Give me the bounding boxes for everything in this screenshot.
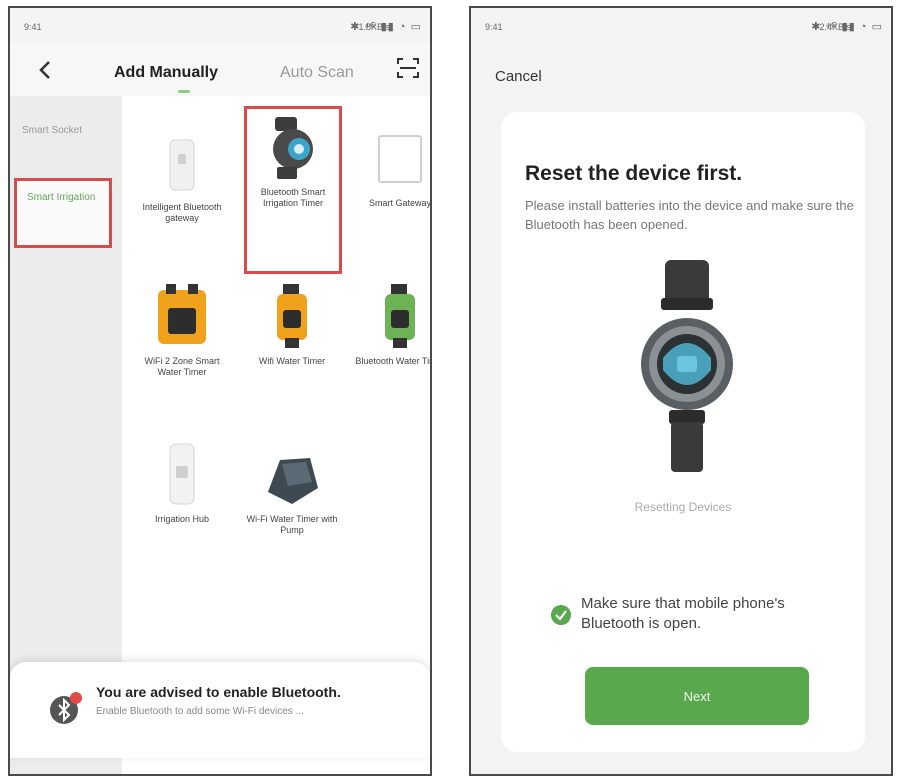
- device-label: Wi-Fi Water Timer with Pump: [246, 514, 338, 535]
- device-label: Bluetooth Smart Irrigation Timer: [260, 187, 326, 208]
- bluetooth-toast[interactable]: You are advised to enable Bluetooth. Ena…: [10, 662, 430, 758]
- back-button[interactable]: [38, 60, 52, 86]
- add-device-screen: 9:41 1.8KB/s ✱ ⁴ᴳ ▮▮ ◔ ▭ Add Manually Au…: [8, 6, 432, 776]
- cancel-button[interactable]: Cancel: [495, 68, 542, 85]
- device-tile[interactable]: Bluetooth Water Timer: [352, 284, 430, 367]
- device-label: WiFi 2 Zone Smart Water Timer: [144, 356, 220, 377]
- device-tile-highlighted[interactable]: Bluetooth Smart Irrigation Timer: [244, 106, 342, 274]
- smart-gateway-icon: [378, 135, 422, 183]
- device-tile[interactable]: Smart Gateway: [352, 132, 432, 209]
- active-tab-indicator: [178, 90, 190, 93]
- toast-title: You are advised to enable Bluetooth.: [96, 684, 341, 700]
- device-tile[interactable]: Irrigation Hub: [134, 442, 230, 525]
- scan-icon[interactable]: [396, 56, 420, 80]
- water-timer-icon: [158, 284, 206, 344]
- bluetooth-icon: [50, 692, 82, 724]
- status-time: 9:41: [485, 22, 503, 32]
- resetting-status: Resetting Devices: [634, 500, 732, 514]
- device-tile[interactable]: Wi-Fi Water Timer with Pump: [244, 448, 340, 536]
- chevron-left-icon: [39, 61, 50, 79]
- tab-auto-scan[interactable]: Auto Scan: [280, 64, 354, 82]
- status-time: 9:41: [24, 22, 42, 32]
- reset-card: Reset the device first. Please install b…: [501, 112, 865, 752]
- device-label: Smart Gateway: [368, 198, 432, 208]
- device-tile[interactable]: Wifi Water Timer: [244, 284, 340, 367]
- sidebar-item-smart-socket[interactable]: Smart Socket: [22, 124, 102, 138]
- status-icons: ✱ ⁴ᴳ ▮▮ ◔ ▭: [350, 21, 422, 33]
- irrigation-hub-icon: [169, 443, 195, 505]
- status-icons: ✱ ⁴ᴳ ▮▮ ◔ ▭: [811, 21, 883, 33]
- device-tile[interactable]: Intelligent Bluetooth gateway: [134, 136, 230, 224]
- status-bar: 9:41 1.8KB/s ✱ ⁴ᴳ ▮▮ ◔ ▭: [10, 8, 430, 44]
- checkbox-checked-icon[interactable]: [551, 605, 571, 625]
- device-label: Intelligent Bluetooth gateway: [142, 202, 222, 223]
- water-pump-icon: [268, 458, 318, 504]
- device-label: Irrigation Hub: [154, 514, 210, 524]
- device-tile[interactable]: WiFi 2 Zone Smart Water Timer: [134, 284, 230, 378]
- irrigation-timer-icon: [273, 117, 313, 179]
- header-bar: Add Manually Auto Scan: [10, 44, 430, 96]
- status-bar: 9:41 2.4KB/s ✱ ⁴ᴳ ▮▮ ◔ ▭: [471, 8, 891, 44]
- water-timer-device-image: [641, 260, 733, 472]
- reset-device-screen: 9:41 2.4KB/s ✱ ⁴ᴳ ▮▮ ◔ ▭ Cancel Reset th…: [469, 6, 893, 776]
- toast-subtitle: Enable Bluetooth to add some Wi-Fi devic…: [96, 706, 304, 717]
- water-timer-icon: [385, 284, 415, 348]
- instructions-text: Please install batteries into the device…: [525, 198, 854, 232]
- water-timer-icon: [277, 284, 307, 348]
- page-title: Reset the device first.: [525, 162, 743, 185]
- device-label: Bluetooth Water Timer: [355, 356, 430, 366]
- sidebar-item-smart-irrigation[interactable]: Smart Irrigation: [14, 178, 112, 248]
- bluetooth-checkbox-label: Make sure that mobile phone's Bluetooth …: [581, 595, 785, 632]
- device-label: Wifi Water Timer: [258, 356, 326, 366]
- gateway-icon: [169, 139, 195, 191]
- next-button[interactable]: Next: [585, 667, 809, 725]
- tab-add-manually[interactable]: Add Manually: [114, 64, 218, 82]
